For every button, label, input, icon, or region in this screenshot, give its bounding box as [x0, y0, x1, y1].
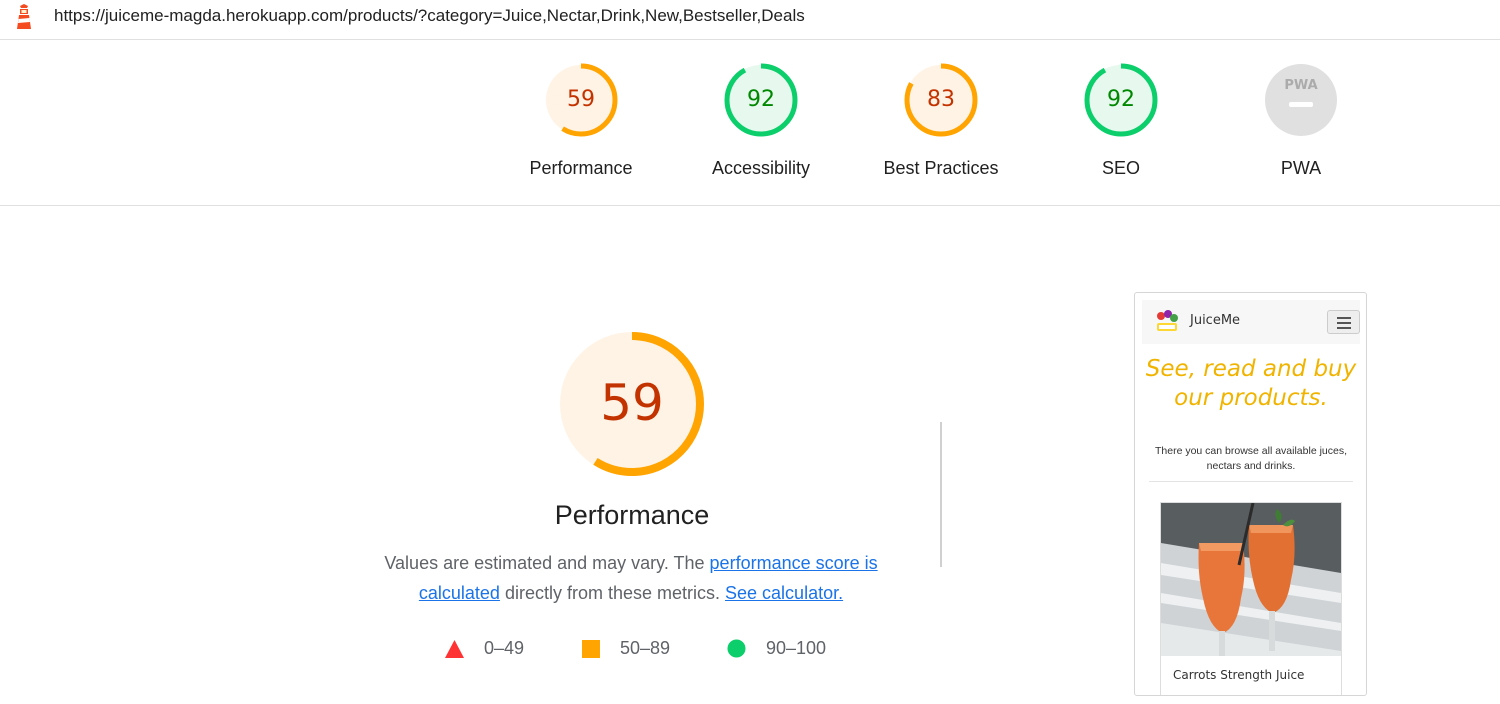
- see-calculator-link[interactable]: See calculator.: [725, 583, 843, 603]
- screenshot-card-title: Carrots Strength Juice: [1173, 668, 1305, 682]
- lighthouse-icon: [17, 4, 31, 29]
- gauge-pwa[interactable]: PWA PWA: [1211, 62, 1391, 179]
- gauge-best-practices-score: 83: [927, 87, 955, 112]
- gauge-pwa-label: PWA: [1280, 158, 1322, 178]
- gauge-seo-score: 92: [1107, 87, 1135, 112]
- performance-description: Values are estimated and may vary. The p…: [366, 548, 896, 608]
- legend-range-pass: 90–100: [766, 638, 827, 658]
- circle-icon: [727, 639, 746, 658]
- performance-title: Performance: [554, 500, 710, 530]
- square-icon: [582, 639, 600, 658]
- legend-item-average: 50–89: [582, 638, 670, 659]
- gauge-seo[interactable]: 92 SEO: [1031, 62, 1211, 179]
- performance-score-large: 59: [600, 374, 664, 432]
- gauge-performance[interactable]: 59 Performance: [491, 62, 671, 179]
- gauge-best-practices-label: Best Practices: [883, 158, 999, 178]
- gauge-accessibility[interactable]: 92 Accessibility: [671, 62, 851, 179]
- final-screenshot[interactable]: JuiceMe See, read and buy our products. …: [1134, 292, 1367, 696]
- pwa-badge-icon: PWA: [1265, 64, 1337, 136]
- screenshot-hero-title: See, read and buy our products.: [1145, 356, 1357, 411]
- gauge-performance-label: Performance: [529, 158, 633, 178]
- legend-range-fail: 0–49: [484, 638, 525, 658]
- gauge-seo-label: SEO: [1101, 158, 1140, 178]
- performance-summary: 59 Performance: [482, 330, 782, 531]
- desc-text-2: directly from these metrics.: [499, 583, 726, 603]
- juice-glasses-image: [1161, 503, 1341, 656]
- screenshot-brand: JuiceMe: [1190, 313, 1241, 328]
- gauge-performance-score: 59: [567, 87, 595, 112]
- screenshot-navbar: JuiceMe: [1142, 300, 1360, 344]
- triangle-icon: [445, 639, 464, 658]
- gauge-accessibility-label: Accessibility: [711, 158, 811, 178]
- page-url[interactable]: https://juiceme-magda.herokuapp.com/prod…: [54, 6, 805, 26]
- screenshot-product-card: Carrots Strength Juice: [1160, 502, 1342, 695]
- screenshot-hero-subtitle: There you can browse all available juces…: [1154, 445, 1348, 472]
- legend-item-fail: 0–49: [445, 638, 524, 659]
- category-gauges: 59 Performance 92 Accessibility 83 Best …: [0, 40, 1500, 206]
- screenshot-divider: [1149, 481, 1353, 482]
- section-divider: [940, 422, 942, 567]
- hamburger-icon: [1327, 310, 1360, 334]
- gauge-best-practices[interactable]: 83 Best Practices: [851, 62, 1031, 179]
- gauge-accessibility-score: 92: [747, 87, 775, 112]
- juiceme-logo-icon: [1157, 310, 1178, 331]
- desc-text-1: Values are estimated and may vary. The: [384, 553, 710, 573]
- pwa-badge-text: PWA: [1284, 78, 1317, 93]
- legend-range-average: 50–89: [620, 638, 671, 658]
- legend-item-pass: 90–100: [727, 638, 826, 659]
- url-bar: https://juiceme-magda.herokuapp.com/prod…: [0, 0, 1500, 40]
